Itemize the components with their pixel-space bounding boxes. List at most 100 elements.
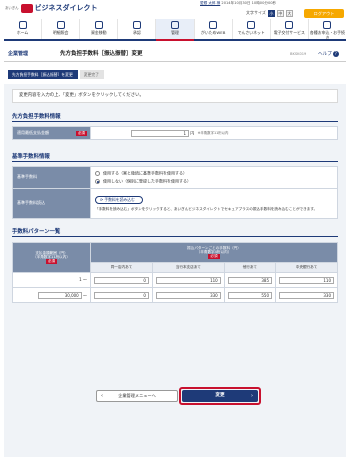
- fee-cell: 385: [223, 272, 277, 288]
- field-cell: 使用する（実と後続に基準手数料を使用する） 使用しない（個別に登録した手数料を使…: [90, 166, 338, 189]
- brand-logo[interactable]: あいぎん ビジネスダイレクト: [5, 4, 98, 13]
- nav-densai[interactable]: でんさいネット: [231, 19, 270, 39]
- table-row: 1 〜 0 110 385 110: [12, 272, 338, 288]
- fee-input[interactable]: 110: [279, 276, 334, 284]
- change-text: 変更: [215, 393, 225, 398]
- nav-approval[interactable]: 承認: [117, 19, 155, 39]
- fee-input[interactable]: 0: [94, 276, 149, 284]
- input-note: ※半角数字11桁以内: [197, 131, 229, 135]
- nav-gaitame-web[interactable]: がいためWEB: [193, 19, 232, 39]
- change-button[interactable]: 変更 ›: [179, 387, 261, 405]
- nav-label: 明細照会: [52, 30, 69, 35]
- table-row: 30,000 〜 0 330 550 330: [12, 287, 338, 303]
- statement-icon: [56, 21, 65, 29]
- radio-button[interactable]: [95, 170, 100, 176]
- amount-range-cell: 30,000 〜: [12, 287, 91, 303]
- nav-e-delivery[interactable]: 電子交付サービス: [269, 19, 308, 39]
- step-current: 先方負担手数料［振込振替］を変更: [8, 70, 78, 79]
- field-cell: 1 円 ※半角数字11桁以内: [90, 126, 338, 140]
- fee-input[interactable]: 0: [94, 291, 149, 299]
- fee-cell: 0: [90, 287, 153, 303]
- fee-cell: 330: [151, 287, 225, 303]
- font-size-small[interactable]: 小: [267, 10, 275, 17]
- fee-group-header: 振込パターンごとの手数料（円） （半角数字4桁以内） 必須: [90, 242, 338, 263]
- logo-mark-icon: [20, 4, 33, 13]
- field-label: 適用最低支払金額 必須: [12, 126, 91, 140]
- back-label: 企業管理メニューへ: [118, 393, 156, 398]
- brand-small: あいぎん: [5, 6, 19, 11]
- user-name[interactable]: 愛銀 太郎 様: [200, 1, 220, 5]
- radio-option-not-use[interactable]: 使用しない（個別に登録した手数料を使用する）: [95, 179, 337, 184]
- required-badge: 必須: [45, 259, 58, 265]
- chevron-right-icon: ›: [251, 393, 253, 399]
- nav-label: 電子交付サービス: [273, 30, 305, 35]
- step-complete: 変更完了: [79, 70, 104, 79]
- load-fee-button[interactable]: ⟳ 手数料を読み込む: [95, 195, 143, 204]
- approval-icon: [132, 21, 141, 29]
- nav-management[interactable]: 管理: [155, 19, 194, 41]
- global-nav: ホーム 明細照会 資金移動 承認 管理 がいためWEB でんさいネット 電子交付…: [4, 19, 346, 41]
- font-size-label: 文字サイズ: [246, 10, 266, 16]
- sub-header-own-bank: 当行本支店あて: [151, 262, 225, 273]
- font-size-switcher: 文字サイズ 小 中 大: [246, 10, 293, 17]
- fee-cell: 550: [223, 287, 277, 303]
- required-badge: 必須: [208, 254, 220, 260]
- load-fee-note: 「手数料を読み込む」ボタンをクリックすると、あいぎんビジネスダイレクトでセキュア…: [95, 206, 318, 211]
- globe-icon: [209, 21, 218, 29]
- field-cell: ⟳ 手数料を読み込む 「手数料を読み込む」ボタンをクリックすると、あいぎんビジネ…: [90, 188, 338, 219]
- header: あいぎん ビジネスダイレクト 愛銀 太郎 様 2014年10月30日 10時00…: [0, 0, 350, 44]
- nav-label: 承認: [132, 30, 141, 35]
- section-title: 手数料パターン一覧: [12, 229, 338, 238]
- fee-pattern-table: 支払金額範囲（円） （半角数字11桁以内） 必須 振込パターンごとの手数料（円）…: [12, 242, 338, 303]
- fee-cell: 110: [275, 272, 338, 288]
- chevron-left-icon: ‹: [101, 393, 103, 399]
- fee-cell: 330: [275, 287, 338, 303]
- help-link[interactable]: ヘルプ?: [318, 51, 339, 58]
- user-info: 愛銀 太郎 様 2014年10月30日 10時00分00秒: [200, 1, 276, 5]
- form-icon: [323, 21, 332, 29]
- screen-code: BKSK019: [290, 52, 307, 56]
- font-size-large[interactable]: 大: [285, 10, 293, 17]
- page-category: 企業管理: [8, 51, 29, 57]
- home-icon: [18, 21, 27, 29]
- main-content: 変更内容を入力の上、「変更」ボタンをクリックしてください。 先方負担手数料情報 …: [4, 84, 346, 457]
- nav-label: がいためWEB: [200, 30, 226, 35]
- amount-range-cell: 1 〜: [12, 272, 91, 288]
- min-amount-input[interactable]: 1: [131, 129, 189, 137]
- fee-cell: 110: [151, 272, 225, 288]
- document-icon: [285, 21, 294, 29]
- nav-label: ホーム: [16, 30, 29, 35]
- fee-input[interactable]: 550: [227, 291, 273, 299]
- nav-transfer[interactable]: 資金移動: [79, 19, 117, 39]
- fee-cell: 0: [90, 272, 153, 288]
- help-icon: ?: [332, 51, 339, 57]
- transfer-icon: [94, 21, 103, 29]
- sub-header-other-bank: 他行あて: [223, 262, 277, 273]
- nav-label: 各種お申込・お手続き: [309, 30, 345, 40]
- logout-button[interactable]: ログアウト: [304, 9, 344, 18]
- section-title: 基準手数料情報: [12, 154, 338, 163]
- fee-input[interactable]: 330: [155, 291, 221, 299]
- amount-from-input[interactable]: 30,000: [37, 291, 82, 299]
- nav-home[interactable]: ホーム: [4, 19, 41, 39]
- option-label: 使用する（実と後続に基準手数料を使用する）: [103, 170, 187, 176]
- nav-statements[interactable]: 明細照会: [41, 19, 79, 39]
- amount-to: 1 〜: [79, 276, 87, 282]
- back-to-menu-button[interactable]: ‹ 企業管理メニューへ: [96, 390, 178, 402]
- radio-option-use[interactable]: 使用する（実と後続に基準手数料を使用する）: [95, 170, 337, 176]
- load-fee-label: 手数料を読み込む: [104, 196, 135, 202]
- change-label: 変更 ›: [182, 390, 258, 402]
- field-label: 基準手数料: [12, 166, 91, 189]
- radio-button[interactable]: [95, 179, 100, 184]
- sub-header-central-bank: 中央銀行あて: [275, 262, 338, 273]
- required-badge: 必須: [75, 130, 87, 136]
- amount-to: 〜: [83, 292, 87, 298]
- min-amount-label: 適用最低支払金額: [17, 129, 49, 135]
- fee-info-table: 適用最低支払金額 必須 1 円 ※半角数字11桁以内: [12, 126, 338, 140]
- nav-applications[interactable]: 各種お申込・お手続き: [307, 19, 346, 40]
- font-size-medium[interactable]: 中: [276, 10, 284, 17]
- fee-input[interactable]: 110: [155, 276, 221, 284]
- unit-label: 円: [190, 130, 195, 135]
- fee-input[interactable]: 330: [279, 291, 334, 299]
- fee-input[interactable]: 385: [227, 276, 273, 284]
